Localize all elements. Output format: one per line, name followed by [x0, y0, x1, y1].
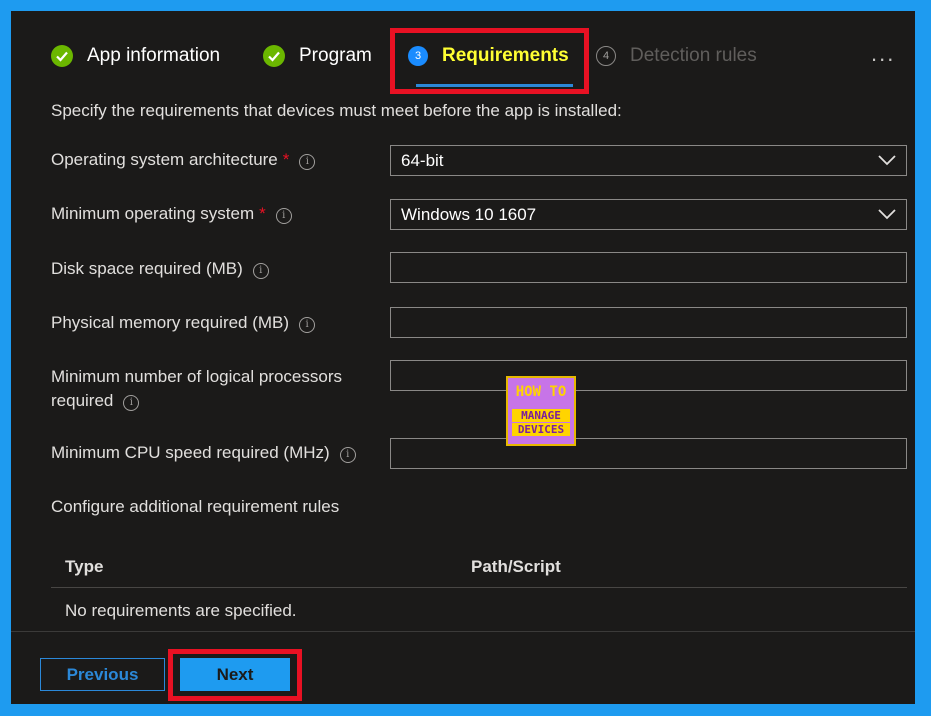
- checkmark-icon: [51, 45, 73, 67]
- more-options-icon[interactable]: ...: [871, 43, 895, 65]
- tab-app-information[interactable]: App information: [51, 41, 220, 71]
- next-highlight-box: [168, 649, 302, 701]
- empty-table-message: No requirements are specified.: [65, 601, 297, 620]
- previous-button[interactable]: Previous: [40, 658, 165, 691]
- cpu-speed-input[interactable]: [390, 438, 907, 469]
- tab-detection-rules[interactable]: 4 Detection rules: [596, 41, 757, 71]
- min-os-label: Minimum operating system * i: [51, 202, 292, 226]
- disk-space-input[interactable]: [390, 252, 907, 283]
- how-to-manage-devices-logo: HOW TO MANAGE DEVICES: [506, 376, 576, 446]
- requirements-panel: App information Program 3 Requirements 4…: [11, 11, 915, 704]
- required-asterisk: *: [282, 150, 290, 169]
- info-icon: i: [123, 395, 140, 411]
- requirements-description: Specify the requirements that devices mu…: [51, 101, 622, 120]
- column-type[interactable]: Type: [65, 557, 103, 577]
- column-path-script[interactable]: Path/Script: [471, 557, 561, 577]
- tab-program[interactable]: Program: [263, 41, 372, 71]
- os-architecture-select[interactable]: 64-bit: [390, 145, 907, 176]
- physical-memory-input[interactable]: [390, 307, 907, 338]
- step-4-icon: 4: [596, 46, 616, 66]
- info-icon: i: [275, 208, 292, 224]
- requirements-table-header: Type Path/Script: [51, 551, 907, 588]
- tab-label: Program: [299, 45, 372, 66]
- checkmark-icon: [263, 45, 285, 67]
- tab-label: Detection rules: [630, 45, 757, 66]
- info-icon: i: [299, 154, 316, 170]
- requirements-highlight-box: [390, 28, 589, 94]
- logical-processors-label: Minimum number of logical processors req…: [51, 367, 342, 411]
- cpu-speed-label: Minimum CPU speed required (MHz) i: [51, 441, 356, 465]
- physical-memory-label: Physical memory required (MB) i: [51, 311, 316, 335]
- tab-label: App information: [87, 45, 221, 66]
- logical-processors-input[interactable]: [390, 360, 907, 391]
- chevron-down-icon: [878, 209, 896, 220]
- required-asterisk: *: [259, 204, 266, 223]
- min-os-select[interactable]: Windows 10 1607: [390, 199, 907, 230]
- disk-space-label: Disk space required (MB) i: [51, 257, 269, 281]
- os-architecture-label: Operating system architecture * i: [51, 148, 316, 172]
- info-icon: i: [339, 447, 356, 463]
- additional-rules-heading: Configure additional requirement rules: [51, 497, 340, 516]
- footer-divider: [11, 631, 915, 632]
- info-icon: i: [252, 263, 269, 279]
- info-icon: i: [299, 317, 316, 333]
- chevron-down-icon: [878, 155, 896, 166]
- wizard-tabs: App information Program 3 Requirements 4…: [11, 11, 915, 101]
